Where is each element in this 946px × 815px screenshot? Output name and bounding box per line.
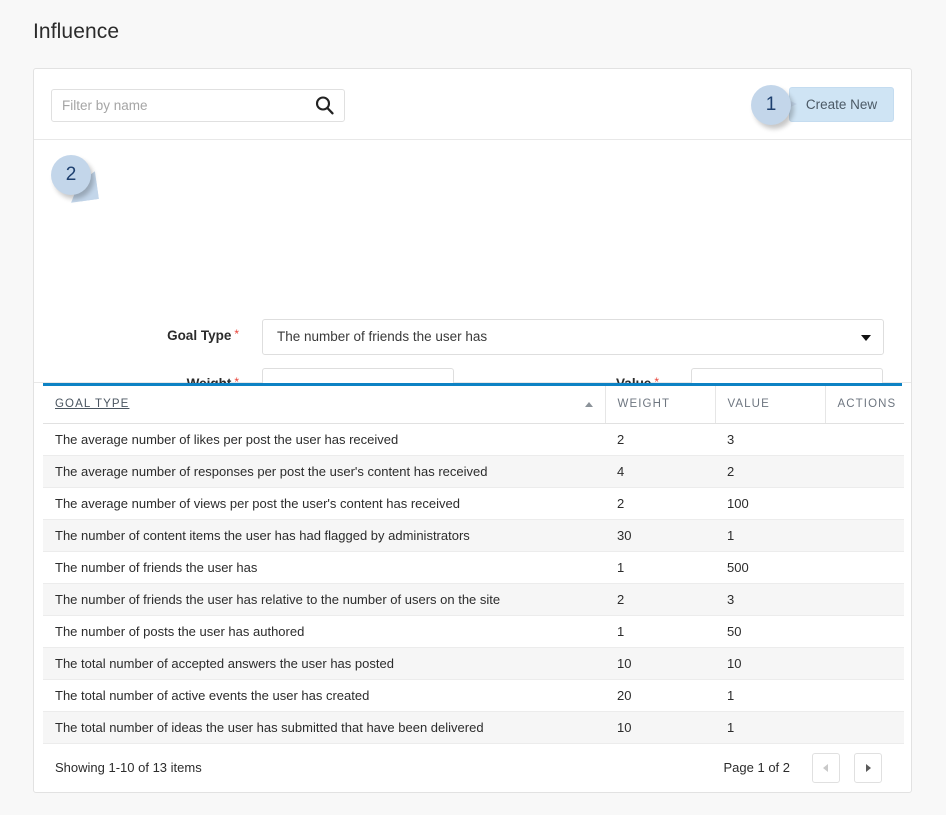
search-field-wrapper [51,89,345,122]
table-row[interactable]: The total number of accepted answers the… [43,647,904,679]
cell-value: 1 [715,519,825,551]
table-row[interactable]: The number of content items the user has… [43,519,904,551]
page-indicator-text: Page 1 of 2 [724,760,791,775]
cell-actions [825,583,904,615]
table-row[interactable]: The number of friends the user has1500 [43,551,904,583]
cell-goal-type: The number of friends the user has relat… [43,583,605,615]
table-row[interactable]: The total number of ideas the user has s… [43,711,904,743]
column-header-value-label: VALUE [728,398,770,410]
cell-actions [825,647,904,679]
callout-badge-1: 1 [751,85,791,125]
cell-value: 3 [715,423,825,455]
cell-actions [825,487,904,519]
cell-value: 1 [715,711,825,743]
column-header-actions: ACTIONS [825,386,904,423]
cell-actions [825,551,904,583]
cell-value: 100 [715,487,825,519]
cell-goal-type: The total number of active events the us… [43,679,605,711]
cell-weight: 20 [605,679,715,711]
cell-goal-type: The average number of likes per post the… [43,423,605,455]
chevron-down-icon [861,335,871,341]
cell-actions [825,423,904,455]
cell-goal-type: The total number of accepted answers the… [43,647,605,679]
cell-actions [825,455,904,487]
cell-weight: 10 [605,647,715,679]
influence-card: Create New Goal Type* The number of frie… [33,68,912,793]
goal-types-table-wrapper: GOAL TYPE WEIGHT VALUE ACTIONS The avera… [34,383,911,792]
column-header-goal-type-label[interactable]: GOAL TYPE [55,398,129,410]
cell-weight: 2 [605,487,715,519]
create-influence-form: Goal Type* The number of friends the use… [34,140,911,383]
cell-value: 50 [715,615,825,647]
column-header-weight[interactable]: WEIGHT [605,386,715,423]
table-row[interactable]: The total number of active events the us… [43,679,904,711]
column-header-weight-label: WEIGHT [618,398,671,410]
goal-type-select[interactable]: The number of friends the user has [262,319,884,355]
cell-actions [825,519,904,551]
cell-goal-type: The average number of responses per post… [43,455,605,487]
cell-value: 500 [715,551,825,583]
table-footer: Showing 1-10 of 13 items Page 1 of 2 [43,744,902,792]
callout-badge-1-number: 1 [751,85,791,125]
cell-weight: 1 [605,615,715,647]
cell-weight: 4 [605,455,715,487]
chevron-right-icon [866,764,871,772]
cell-actions [825,679,904,711]
cell-weight: 30 [605,519,715,551]
column-header-actions-label: ACTIONS [838,398,897,410]
table-row[interactable]: The average number of likes per post the… [43,423,904,455]
goal-type-selected-value: The number of friends the user has [277,329,487,344]
goal-type-label: Goal Type* [144,328,239,343]
callout-badge-2: 2 [51,155,91,195]
previous-page-button[interactable] [812,753,840,783]
cell-goal-type: The average number of views per post the… [43,487,605,519]
next-page-button[interactable] [854,753,882,783]
table-header-row: GOAL TYPE WEIGHT VALUE ACTIONS [43,386,904,423]
cell-value: 2 [715,455,825,487]
table-row[interactable]: The number of posts the user has authore… [43,615,904,647]
column-header-goal-type[interactable]: GOAL TYPE [43,386,605,423]
search-input[interactable] [52,90,308,121]
cell-value: 3 [715,583,825,615]
cell-value: 10 [715,647,825,679]
cell-goal-type: The total number of ideas the user has s… [43,711,605,743]
table-body: The average number of likes per post the… [43,423,904,743]
cell-goal-type: The number of posts the user has authore… [43,615,605,647]
cell-weight: 2 [605,423,715,455]
cell-weight: 1 [605,551,715,583]
sort-ascending-icon [585,402,593,407]
cell-goal-type: The number of content items the user has… [43,519,605,551]
page-title: Influence [33,20,119,44]
callout-badge-2-number: 2 [51,155,91,195]
cell-goal-type: The number of friends the user has [43,551,605,583]
cell-value: 1 [715,679,825,711]
showing-count-text: Showing 1-10 of 13 items [55,760,202,775]
goal-type-label-text: Goal Type [167,328,231,343]
cell-weight: 10 [605,711,715,743]
goal-type-required-marker: * [234,327,239,341]
table-row[interactable]: The average number of responses per post… [43,455,904,487]
cell-actions [825,711,904,743]
table-row[interactable]: The number of friends the user has relat… [43,583,904,615]
cell-weight: 2 [605,583,715,615]
chevron-left-icon [823,764,828,772]
cell-actions [825,615,904,647]
column-header-value[interactable]: VALUE [715,386,825,423]
table-row[interactable]: The average number of views per post the… [43,487,904,519]
search-icon[interactable] [314,95,335,116]
create-new-button[interactable]: Create New [789,87,894,122]
goal-types-table: GOAL TYPE WEIGHT VALUE ACTIONS The avera… [43,386,904,744]
